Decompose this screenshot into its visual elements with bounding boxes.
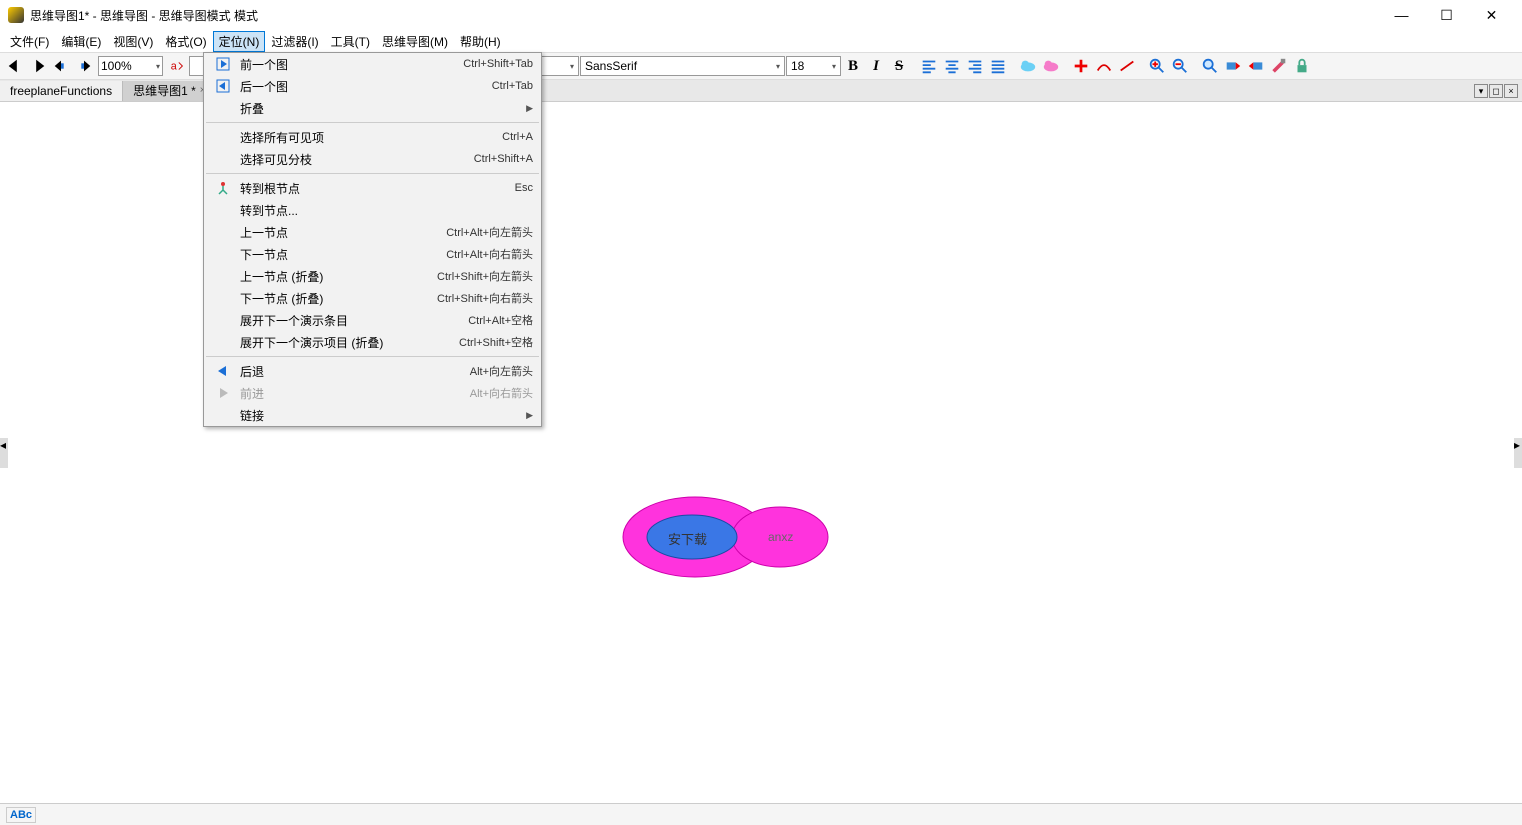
maximize-button[interactable]: ☐ (1424, 1, 1469, 29)
dd-prev-node-fold[interactable]: 上一节点 (折叠) Ctrl+Shift+向左箭头 (204, 265, 541, 287)
goto-out-icon[interactable] (1222, 55, 1244, 77)
svg-text:a: a (171, 61, 177, 73)
app-icon (8, 7, 24, 23)
close-button[interactable]: ✕ (1469, 1, 1514, 29)
dd-fold[interactable]: 折叠 ▶ (204, 97, 541, 119)
font-size-combo[interactable]: 18▾ (786, 56, 841, 76)
dd-next-pres[interactable]: 展开下一个演示条目 Ctrl+Alt+空格 (204, 309, 541, 331)
goto-root-icon (212, 180, 234, 196)
lock-icon[interactable] (1291, 55, 1313, 77)
link-curve-icon[interactable] (1093, 55, 1115, 77)
forward-icon (212, 385, 234, 401)
cloud-pink-icon[interactable] (1040, 55, 1062, 77)
dd-goto-node[interactable]: 转到节点... (204, 199, 541, 221)
nav-redo-icon[interactable] (73, 55, 95, 77)
add-red-icon[interactable] (1070, 55, 1092, 77)
align-center-icon[interactable] (941, 55, 963, 77)
dd-select-branch[interactable]: 选择可见分枝 Ctrl+Shift+A (204, 148, 541, 170)
back-icon (212, 363, 234, 379)
submenu-arrow-icon: ▶ (526, 103, 533, 114)
font-fit-icon[interactable]: a (166, 55, 188, 77)
title-bar: 思维导图1* - 思维导图 - 思维导图模式 模式 — ☐ ✕ (0, 0, 1522, 30)
dd-prev-map[interactable]: 前一个图 Ctrl+Shift+Tab (204, 53, 541, 75)
dd-next-map[interactable]: 后一个图 Ctrl+Tab (204, 75, 541, 97)
spellcheck-indicator[interactable]: ABc (6, 807, 36, 823)
font-name-combo[interactable]: SansSerif▾ (580, 56, 785, 76)
next-map-icon (212, 78, 234, 94)
window-title: 思维导图1* - 思维导图 - 思维导图模式 模式 (30, 7, 1379, 24)
strike-button[interactable]: S (888, 55, 910, 77)
prev-map-icon (212, 56, 234, 72)
menu-edit[interactable]: 编辑(E) (55, 31, 107, 52)
handle-left[interactable]: ◂ (0, 438, 8, 468)
status-bar: ABc (0, 803, 1522, 825)
nav-forward-icon[interactable] (27, 55, 49, 77)
dd-back[interactable]: 后退 Alt+向左箭头 (204, 360, 541, 382)
dd-next-node[interactable]: 下一节点 Ctrl+Alt+向右箭头 (204, 243, 541, 265)
goto-in-icon[interactable] (1245, 55, 1267, 77)
dd-prev-node[interactable]: 上一节点 Ctrl+Alt+向左箭头 (204, 221, 541, 243)
handle-right[interactable]: ▸ (1514, 438, 1522, 468)
dd-goto-root[interactable]: 转到根节点 Esc (204, 177, 541, 199)
dd-next-pres-fold[interactable]: 展开下一个演示项目 (折叠) Ctrl+Shift+空格 (204, 331, 541, 353)
dd-forward: 前进 Alt+向右箭头 (204, 382, 541, 404)
nav-undo-icon[interactable] (50, 55, 72, 77)
align-right-icon[interactable] (964, 55, 986, 77)
menu-tools[interactable]: 工具(T) (325, 31, 376, 52)
find-icon[interactable] (1199, 55, 1221, 77)
tab-restore-icon[interactable]: ◻ (1489, 84, 1503, 98)
dd-link[interactable]: 链接 ▶ (204, 404, 541, 426)
tab-menu-icon[interactable]: ▾ (1474, 84, 1488, 98)
nav-back-icon[interactable] (4, 55, 26, 77)
child-node[interactable]: anxz (768, 530, 793, 544)
menu-mindmap[interactable]: 思维导图(M) (376, 31, 454, 52)
menu-bar: 文件(F) 编辑(E) 视图(V) 格式(O) 定位(N) 过滤器(I) 工具(… (0, 30, 1522, 52)
zoom-combo[interactable]: 100%▾ (98, 56, 163, 76)
tab-close-all-icon[interactable]: × (1504, 84, 1518, 98)
link-line-icon[interactable] (1116, 55, 1138, 77)
navigate-dropdown: 前一个图 Ctrl+Shift+Tab 后一个图 Ctrl+Tab 折叠 ▶ 选… (203, 52, 542, 427)
menu-format[interactable]: 格式(O) (159, 31, 212, 52)
dd-select-all[interactable]: 选择所有可见项 Ctrl+A (204, 126, 541, 148)
zoom-in-icon[interactable] (1146, 55, 1168, 77)
submenu-arrow-icon: ▶ (526, 410, 533, 421)
mindmap-nodes: 安下载 anxz (620, 492, 850, 585)
menu-navigate[interactable]: 定位(N) (213, 31, 266, 52)
menu-filter[interactable]: 过滤器(I) (265, 31, 324, 52)
align-justify-icon[interactable] (987, 55, 1009, 77)
tab-freeplane-functions[interactable]: freeplaneFunctions (0, 81, 123, 101)
italic-button[interactable]: I (865, 55, 887, 77)
dd-next-node-fold[interactable]: 下一节点 (折叠) Ctrl+Shift+向右箭头 (204, 287, 541, 309)
minimize-button[interactable]: — (1379, 1, 1424, 29)
root-node[interactable]: 安下载 (668, 529, 707, 548)
menu-file[interactable]: 文件(F) (4, 31, 55, 52)
menu-help[interactable]: 帮助(H) (454, 31, 507, 52)
align-left-icon[interactable] (918, 55, 940, 77)
menu-view[interactable]: 视图(V) (107, 31, 159, 52)
cloud-blue-icon[interactable] (1017, 55, 1039, 77)
bold-button[interactable]: B (842, 55, 864, 77)
zoom-out-icon[interactable] (1169, 55, 1191, 77)
brush-icon[interactable] (1268, 55, 1290, 77)
